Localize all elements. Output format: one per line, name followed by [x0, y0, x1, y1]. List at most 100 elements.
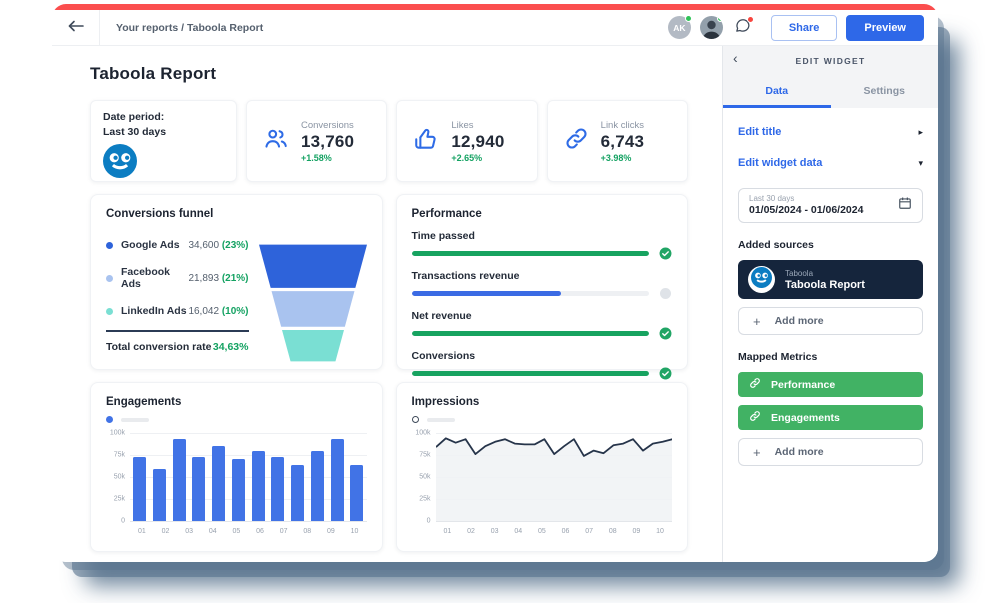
progress-fill	[412, 371, 650, 376]
engagements-widget[interactable]: Engagements 100k75k50k25k0 0102030405060…	[90, 382, 383, 552]
stat-card-conversions: Conversions13,760+1.58%	[246, 100, 387, 182]
bar	[173, 439, 186, 521]
conversions-funnel-widget[interactable]: Conversions funnel Google Ads34,600 (23%…	[90, 194, 383, 370]
bars-container	[130, 433, 367, 521]
bar	[212, 446, 225, 521]
date-range-field[interactable]: Last 30 days 01/05/2024 - 01/06/2024	[738, 188, 923, 223]
plus-icon: +	[753, 314, 761, 329]
share-button[interactable]: Share	[771, 15, 838, 41]
online-status-dot	[717, 16, 723, 22]
edit-widget-data-link: Edit widget data	[738, 157, 822, 169]
performance-widget[interactable]: Performance Time passedTransactions reve…	[396, 194, 689, 370]
performance-metric-label: Transactions revenue	[412, 270, 673, 282]
y-axis-tick: 25k	[114, 496, 125, 503]
y-axis-tick: 100k	[110, 430, 125, 437]
impressions-y-axis: 100k75k50k25k0	[412, 433, 436, 521]
chevron-left-icon[interactable]: ‹	[733, 50, 738, 66]
funnel-segment-2	[271, 291, 354, 327]
edit-title-row[interactable]: Edit title ▸	[738, 126, 923, 138]
x-axis-tick: 01	[138, 528, 146, 535]
tab-data[interactable]: Data	[723, 76, 831, 108]
check-circle-icon	[659, 247, 672, 260]
add-more-label: Add more	[775, 446, 824, 458]
funnel-rows: Google Ads34,600 (23%)Facebook Ads21,893…	[106, 220, 249, 362]
calendar-icon	[898, 196, 912, 215]
funnel-source-pct: (10%)	[222, 306, 249, 317]
y-axis-tick: 25k	[419, 496, 430, 503]
link-icon	[564, 126, 589, 156]
line-series	[436, 433, 673, 521]
funnel-segment-1	[259, 245, 367, 288]
gridline	[130, 521, 367, 522]
date-range-value: 01/05/2024 - 01/06/2024	[749, 204, 898, 216]
page-title: Taboola Report	[90, 64, 688, 84]
user-avatar-photo[interactable]	[700, 16, 723, 39]
x-axis-tick: 02	[467, 528, 475, 535]
funnel-source-name: Google Ads	[121, 239, 188, 251]
engagements-legend	[106, 416, 367, 423]
x-axis-tick: 10	[656, 528, 664, 535]
bar	[192, 457, 205, 521]
legend-open-dot-icon	[412, 416, 419, 423]
topbar-actions: AK Share Preview	[668, 15, 938, 41]
x-axis-tick: 09	[327, 528, 335, 535]
chain-link-icon	[749, 409, 761, 427]
x-axis-tick: 06	[256, 528, 264, 535]
y-axis-tick: 75k	[114, 452, 125, 459]
x-axis-tick: 07	[280, 528, 288, 535]
stat-card-link-clicks: Link clicks6,743+3.98%	[547, 100, 688, 182]
legend-line-placeholder	[121, 418, 149, 422]
metric-button-performance[interactable]: Performance	[738, 372, 923, 397]
caret-down-icon: ▾	[918, 158, 923, 169]
metric-label: Engagements	[771, 412, 840, 424]
bar	[350, 465, 363, 521]
progress-fill	[412, 251, 650, 256]
stat-card-likes: Likes12,940+2.65%	[396, 100, 537, 182]
impressions-line-chart	[436, 433, 673, 521]
series-dot-icon	[106, 242, 113, 249]
added-sources-label: Added sources	[738, 239, 923, 251]
comments-button[interactable]	[732, 17, 754, 39]
add-source-button[interactable]: + Add more	[738, 307, 923, 335]
edit-title-link: Edit title	[738, 126, 781, 138]
tab-settings[interactable]: Settings	[831, 76, 939, 108]
back-button[interactable]	[52, 10, 100, 45]
edit-widget-tabs: Data Settings	[723, 76, 938, 108]
progress-bar	[412, 291, 650, 296]
x-axis-tick: 08	[609, 528, 617, 535]
engagements-x-axis: 01020304050607080910	[130, 521, 367, 535]
add-more-label: Add more	[775, 315, 824, 327]
source-card-taboola[interactable]: Taboola Taboola Report	[738, 260, 923, 299]
report-content: Taboola Report Date period: Last 30 days…	[52, 46, 722, 562]
thumb-up-icon	[413, 126, 439, 157]
y-axis-tick: 50k	[419, 474, 430, 481]
performance-metric-label: Net revenue	[412, 310, 673, 322]
bar	[291, 465, 304, 521]
metric-button-engagements[interactable]: Engagements	[738, 405, 923, 430]
stat-delta: +2.65%	[451, 153, 504, 163]
user-avatar-initials[interactable]: AK	[668, 16, 691, 39]
breadcrumb[interactable]: Your reports / Taboola Report	[116, 22, 263, 34]
area-fill	[436, 438, 673, 521]
x-axis-tick: 07	[585, 528, 593, 535]
stat-cards: Date period: Last 30 days Conversions13,…	[90, 100, 688, 182]
funnel-row-linkedin-ads: LinkedIn Ads16,042 (10%)	[106, 305, 249, 317]
preview-button[interactable]: Preview	[846, 15, 924, 41]
funnel-source-value: 34,600 (23%)	[188, 240, 248, 251]
progress-fill	[412, 331, 650, 336]
arrow-left-icon	[68, 19, 84, 37]
x-axis-tick: 08	[303, 528, 311, 535]
y-axis-tick: 0	[427, 518, 431, 525]
app-window: Your reports / Taboola Report AK Share P…	[52, 4, 938, 562]
performance-row-conversions: Conversions	[412, 350, 673, 380]
impressions-widget[interactable]: Impressions 100k75k50k25k0 0102030405060…	[396, 382, 689, 552]
bar	[252, 451, 265, 521]
edit-widget-data-row[interactable]: Edit widget data ▾	[738, 157, 923, 169]
x-axis-tick: 10	[351, 528, 359, 535]
performance-row-transactions-revenue: Transactions revenue	[412, 270, 673, 300]
add-metric-button[interactable]: + Add more	[738, 438, 923, 466]
check-circle-icon	[659, 327, 672, 340]
funnel-total-row: Total conversion rate 34,63%	[106, 341, 249, 353]
y-axis-tick: 75k	[419, 452, 430, 459]
stat-label: Likes	[451, 120, 504, 131]
